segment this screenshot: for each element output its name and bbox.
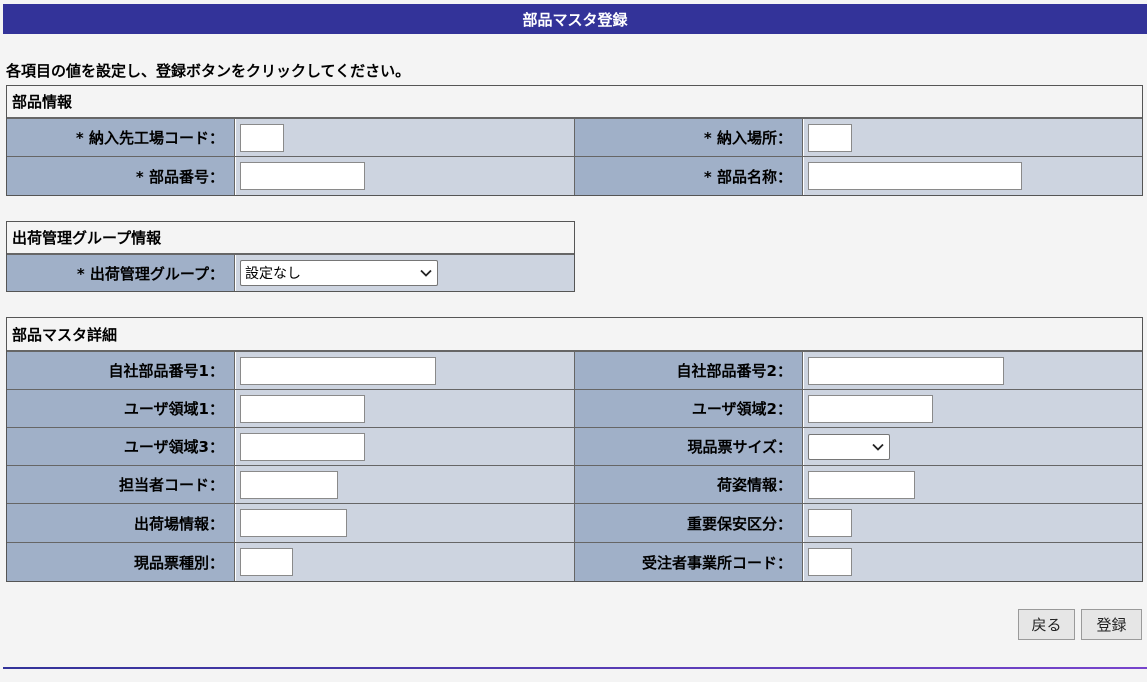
delivery-factory-code-input[interactable] [240,123,284,152]
own-part-number-2-input[interactable] [808,356,1004,385]
field-cell [803,352,1142,389]
chevron-down-icon [420,269,432,277]
register-button[interactable]: 登録 [1081,609,1142,640]
field-cell [803,119,1142,156]
field-label: ユーザ領域2： [575,390,803,427]
field-label: * 納入先工場コード： [7,119,235,156]
field-cell [235,428,575,465]
field-cell [235,543,575,581]
form-row: ユーザ領域1： ユーザ領域2： [7,389,1142,427]
shipping-site-info-input[interactable] [240,509,347,537]
field-label: 自社部品番号1： [7,352,235,389]
section-shipping-group: 出荷管理グループ情報 * 出荷管理グループ： 設定なし [6,221,575,292]
field-cell [235,352,575,389]
user-area-3-input[interactable] [240,432,365,461]
field-label: * 出荷管理グループ： [7,255,235,291]
back-button[interactable]: 戻る [1018,609,1075,640]
delivery-location-input[interactable] [808,123,852,152]
section-heading: 部品マスタ詳細 [7,318,1142,351]
field-label: ユーザ領域3： [7,428,235,465]
form-row: 現品票種別： 受注者事業所コード： [7,542,1142,581]
section-part-details: 部品マスタ詳細 自社部品番号1： 自社部品番号2： ユーザ領域1： ユーザ領域2… [6,317,1143,582]
field-cell [235,390,575,427]
field-label: * 納入場所： [575,119,803,156]
chevron-down-icon [872,443,884,451]
field-cell: 設定なし [235,255,574,291]
field-label: 現品票サイズ： [575,428,803,465]
label-type-input[interactable] [240,548,293,576]
form-row: 自社部品番号1： 自社部品番号2： [7,351,1142,389]
field-cell [803,428,1142,465]
footer-divider [3,667,1147,669]
own-part-number-1-input[interactable] [240,356,436,385]
form-row: 出荷場情報： 重要保安区分： [7,503,1142,542]
section-part-info: 部品情報 * 納入先工場コード： * 納入場所： * 部品番号： * 部品名称： [6,85,1143,196]
section-heading: 出荷管理グループ情報 [7,222,574,254]
field-label: * 部品番号： [7,157,235,195]
page-title-bar: 部品マスタ登録 [3,4,1147,34]
field-label: 荷姿情報： [575,466,803,503]
form-row: 担当者コード： 荷姿情報： [7,465,1142,503]
field-cell [235,119,575,156]
field-cell [235,504,575,542]
field-cell [803,543,1142,581]
selected-option: 設定なし [245,266,301,282]
field-cell [803,390,1142,427]
field-label: ユーザ領域1： [7,390,235,427]
field-cell [235,466,575,503]
security-category-input[interactable] [808,509,852,537]
field-label: 自社部品番号2： [575,352,803,389]
contractor-office-code-input[interactable] [808,548,852,576]
user-area-1-input[interactable] [240,394,365,423]
staff-code-input[interactable] [240,470,338,499]
field-cell [803,157,1142,195]
field-label: 出荷場情報： [7,504,235,542]
form-row: * 納入先工場コード： * 納入場所： [7,118,1142,156]
field-cell [803,466,1142,503]
user-area-2-input[interactable] [808,394,933,423]
field-cell [803,504,1142,542]
field-label: 現品票種別： [7,543,235,581]
packing-info-input[interactable] [808,470,915,499]
form-row: * 部品番号： * 部品名称： [7,156,1142,195]
form-row: * 出荷管理グループ： 設定なし [7,254,574,291]
instruction-text: 各項目の値を設定し、登録ボタンをクリックしてください。 [6,62,411,80]
field-label: 重要保安区分： [575,504,803,542]
field-label: * 部品名称： [575,157,803,195]
part-number-input[interactable] [240,162,365,190]
label-size-select[interactable] [808,433,890,460]
page-title: 部品マスタ登録 [522,10,628,29]
section-heading: 部品情報 [7,86,1142,118]
shipping-group-select[interactable]: 設定なし [240,260,438,286]
field-label: 受注者事業所コード： [575,543,803,581]
field-cell [235,157,575,195]
form-row: ユーザ領域3： 現品票サイズ： [7,427,1142,465]
part-name-input[interactable] [808,162,1022,190]
field-label: 担当者コード： [7,466,235,503]
